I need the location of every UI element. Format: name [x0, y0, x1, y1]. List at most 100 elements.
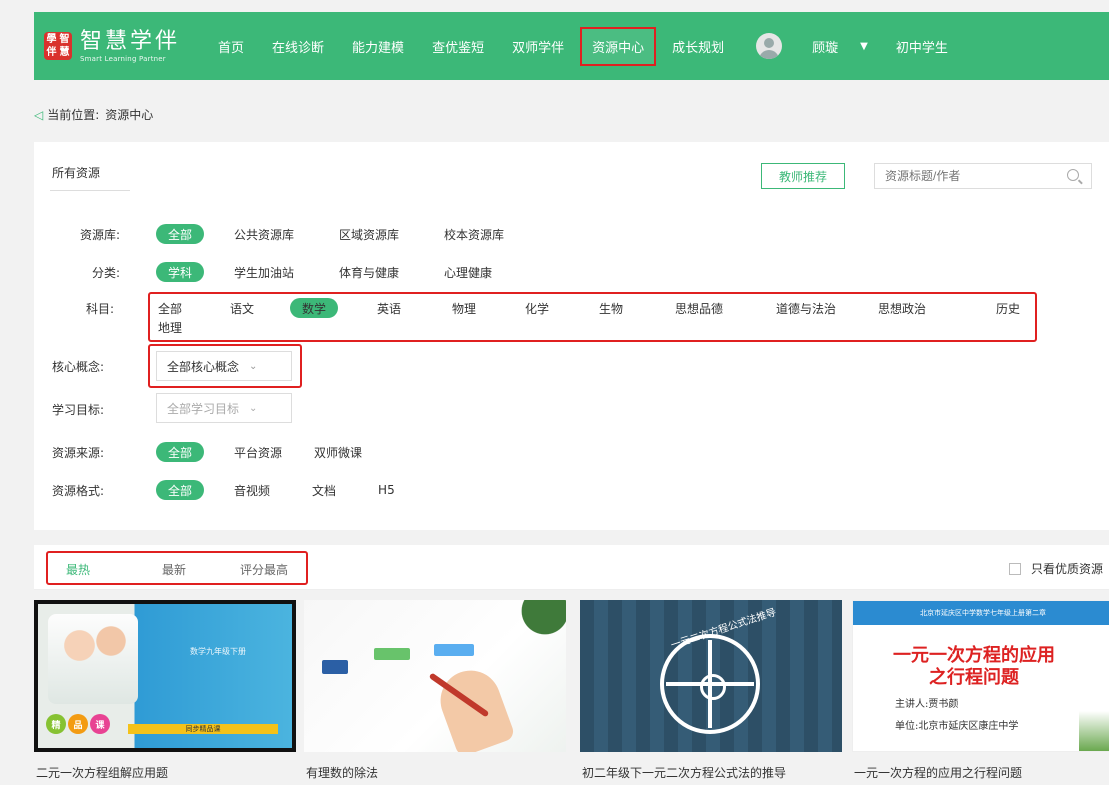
learning-goal-label: 学习目标: — [52, 403, 105, 417]
badge-char: 品 — [68, 714, 88, 734]
format-option-h5[interactable]: H5 — [378, 483, 395, 497]
thumb-subtitle: 之行程问题 — [929, 667, 1019, 688]
card-title[interactable]: 一元一次方程的应用之行程问题 — [852, 764, 1109, 781]
badge-char: 精 — [46, 714, 66, 734]
card-title[interactable]: 二元一次方程组解应用题 — [34, 764, 296, 781]
subject-all[interactable]: 全部 — [158, 300, 182, 317]
nav-review[interactable]: 查优鉴短 — [432, 37, 484, 56]
logo-char: 智 — [59, 33, 70, 45]
card-thumbnail[interactable]: 数学九年级下册 精 品 课 同步精品课 — [34, 600, 296, 752]
format-label: 资源格式: — [52, 483, 105, 498]
card-thumbnail[interactable] — [304, 600, 566, 752]
quality-badge: 精 品 课 — [46, 714, 110, 734]
gavel-icon — [322, 660, 348, 674]
category-option-student[interactable]: 学生加油站 — [234, 264, 294, 281]
source-option-all[interactable]: 全部 — [156, 442, 205, 462]
search-icon[interactable] — [1067, 169, 1079, 181]
library-option-all[interactable]: 全部 — [156, 224, 205, 244]
quality-label: 只看优质资源 — [1030, 562, 1103, 576]
resource-card[interactable]: 有理数的除法 — [304, 600, 566, 781]
search-box[interactable] — [874, 163, 1092, 189]
app-logo[interactable]: 學 智 伴 慧 — [44, 32, 72, 60]
format-option-all[interactable]: 全部 — [156, 480, 205, 500]
nav-home[interactable]: 首页 — [218, 37, 244, 56]
subject-math[interactable]: 数学 — [290, 298, 339, 318]
library-option-region[interactable]: 区域资源库 — [339, 226, 399, 243]
subject-politics[interactable]: 思想政治 — [878, 300, 926, 317]
subject-chinese[interactable]: 语文 — [230, 300, 254, 317]
nav-growth-plan[interactable]: 成长规划 — [672, 37, 724, 56]
quality-checkbox[interactable] — [1008, 562, 1021, 575]
tab-all-resources[interactable]: 所有资源 — [52, 164, 100, 181]
source-option-platform[interactable]: 平台资源 — [234, 444, 282, 461]
location-arrow-icon: ◁ — [34, 107, 44, 122]
resource-grid: 数学九年级下册 精 品 课 同步精品课 二元一次方程组解应用题 有理数的除法 一… — [34, 600, 1109, 785]
subject-chemistry[interactable]: 化学 — [525, 300, 549, 317]
nav-resource-center[interactable]: 资源中心 — [580, 26, 657, 66]
filter-panel: 所有资源 教师推荐 资源库: 全部 公共资源库 区域资源库 校本资源库 分类: … — [34, 142, 1109, 530]
thumb-strip: 同步精品课 — [128, 724, 278, 734]
breadcrumb: ◁ 当前位置: 资源中心 — [34, 106, 153, 123]
chevron-down-icon: ⌄ — [249, 402, 258, 414]
nav-dual-teacher[interactable]: 双师学伴 — [512, 37, 564, 56]
sort-hot[interactable]: 最热 — [66, 561, 90, 578]
library-row: 资源库: 全部 公共资源库 区域资源库 校本资源库 — [34, 224, 504, 244]
category-option-sports[interactable]: 体育与健康 — [339, 264, 399, 281]
badge-char: 课 — [90, 714, 110, 734]
user-name[interactable]: 顾璇 — [812, 37, 838, 56]
thumb-text: 数学九年级下册 — [190, 647, 246, 656]
plant-decoration — [496, 600, 566, 655]
resource-card[interactable]: 北京市延庆区中学数学七年级上册第二章 一元一次方程的应用 之行程问题 主讲人:贾… — [852, 600, 1109, 781]
logo-title: 智慧学伴 — [80, 28, 181, 54]
logo-char: 慧 — [59, 46, 70, 58]
library-label: 资源库: — [79, 227, 120, 242]
thumb-unit: 单位:北京市延庆区康庄中学 — [895, 721, 1019, 732]
format-option-doc[interactable]: 文档 — [312, 482, 336, 499]
card-title[interactable]: 有理数的除法 — [304, 764, 566, 781]
core-concept-label: 核心概念: — [52, 360, 105, 374]
card-title[interactable]: 初二年级下一元二次方程公式法的推导 — [580, 764, 842, 781]
chevron-down-icon: ⌄ — [249, 360, 258, 372]
subject-english[interactable]: 英语 — [377, 300, 401, 317]
subject-moral[interactable]: 思想品德 — [675, 300, 723, 317]
subject-physics[interactable]: 物理 — [452, 300, 476, 317]
sort-newest[interactable]: 最新 — [162, 561, 186, 578]
card-thumbnail[interactable]: 一元二次方程公式法推导 — [580, 600, 842, 752]
subject-geography[interactable]: 地理 — [158, 319, 182, 336]
resource-card[interactable]: 一元二次方程公式法推导 初二年级下一元二次方程公式法的推导 — [580, 600, 842, 781]
nav-modeling[interactable]: 能力建模 — [352, 37, 404, 56]
quality-filter[interactable]: 只看优质资源 — [1008, 560, 1103, 577]
core-concept-value: 全部核心概念 — [167, 359, 240, 374]
top-header: 學 智 伴 慧 智慧学伴 Smart Learning Partner 首页 在… — [34, 12, 1109, 80]
subject-biology[interactable]: 生物 — [599, 300, 623, 317]
subject-history[interactable]: 历史 — [996, 300, 1020, 317]
category-option-subject[interactable]: 学科 — [156, 262, 205, 282]
students-illustration — [48, 614, 138, 704]
chevron-down-icon[interactable]: ▼ — [860, 41, 868, 52]
user-role[interactable]: 初中学生 — [896, 37, 948, 56]
avatar[interactable] — [756, 33, 783, 59]
search-input[interactable] — [885, 169, 1055, 183]
learning-goal-select[interactable]: 全部学习目标 ⌄ — [156, 393, 292, 423]
learning-goal-value: 全部学习目标 — [167, 401, 240, 416]
logo-char: 伴 — [46, 46, 57, 58]
logo-text: 智慧学伴 Smart Learning Partner — [80, 29, 180, 64]
library-option-public[interactable]: 公共资源库 — [234, 226, 294, 243]
main-nav: 首页 在线诊断 能力建模 查优鉴短 双师学伴 资源中心 成长规划 顾璇 ▼ 初中… — [218, 12, 948, 80]
label-block — [374, 648, 410, 660]
sort-top-rated[interactable]: 评分最高 — [240, 561, 288, 578]
format-option-av[interactable]: 音视频 — [234, 482, 270, 499]
core-concept-select[interactable]: 全部核心概念 ⌄ — [156, 351, 292, 381]
teacher-recommend-button[interactable]: 教师推荐 — [761, 163, 845, 189]
source-option-dual[interactable]: 双师微课 — [314, 444, 362, 461]
subject-ethics-law[interactable]: 道德与法治 — [776, 300, 836, 317]
resource-card[interactable]: 数学九年级下册 精 品 课 同步精品课 二元一次方程组解应用题 — [34, 600, 296, 781]
card-thumbnail[interactable]: 北京市延庆区中学数学七年级上册第二章 一元一次方程的应用 之行程问题 主讲人:贾… — [852, 600, 1109, 752]
tab-underline — [50, 190, 130, 191]
category-option-mental[interactable]: 心理健康 — [444, 264, 492, 281]
breadcrumb-prefix: 当前位置: — [47, 108, 100, 122]
source-row: 资源来源: 全部 平台资源 双师微课 — [34, 442, 362, 462]
library-option-school[interactable]: 校本资源库 — [444, 226, 504, 243]
grass-decoration — [1079, 711, 1109, 751]
nav-diagnosis[interactable]: 在线诊断 — [272, 37, 324, 56]
